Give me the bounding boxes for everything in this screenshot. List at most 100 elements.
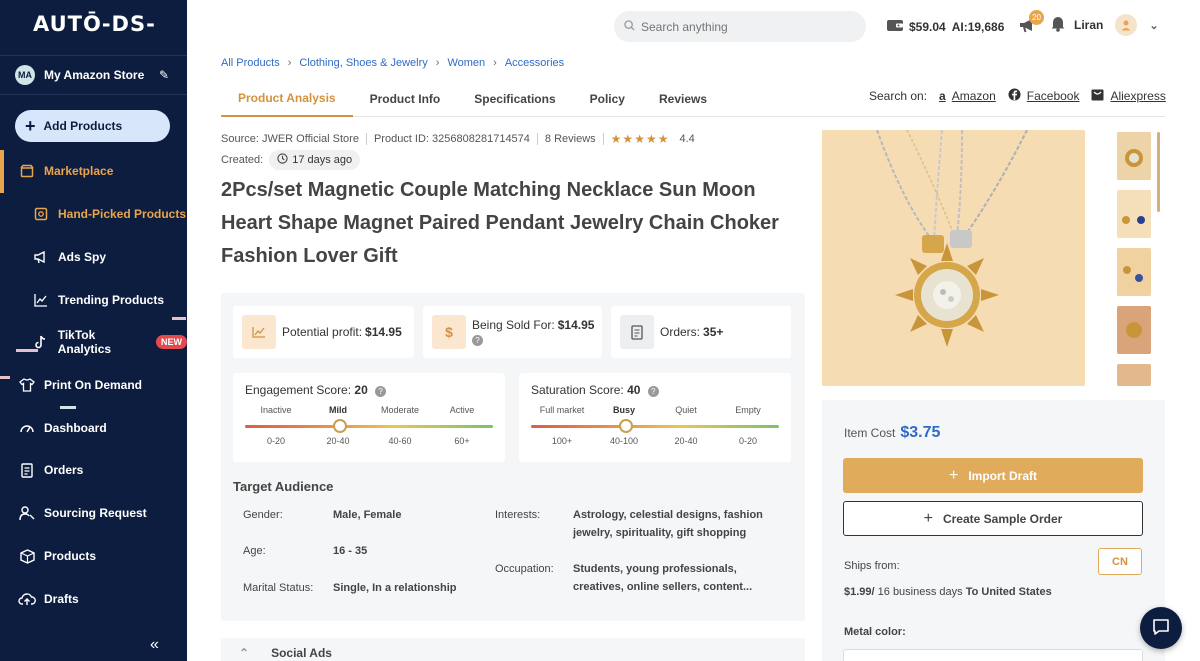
engagement-level-selected: Mild [329, 405, 347, 415]
help-icon[interactable]: ? [375, 386, 387, 397]
saturation-gauge-knob [619, 419, 633, 433]
plus-icon: + [25, 116, 36, 136]
sidebar-item-dashboard[interactable]: Dashboard [0, 408, 187, 448]
breadcrumb-all-products[interactable]: All Products [221, 57, 280, 69]
divider [602, 133, 604, 145]
create-sample-order-button[interactable]: + Create Sample Order [843, 501, 1143, 536]
engagement-range: 0-20 [266, 436, 285, 446]
amazon-link[interactable]: a Amazon [939, 89, 996, 103]
product-main-image[interactable] [822, 130, 1085, 386]
product-id: Product ID: 3256808281714574 [373, 133, 530, 145]
engagement-level: Moderate [380, 405, 420, 415]
thumbnail-image[interactable] [1117, 190, 1151, 238]
saturation-level: Empty [735, 405, 761, 415]
product-meta: Source: JWER Official Store Product ID: … [221, 132, 695, 146]
thumbnail-image[interactable] [1117, 248, 1151, 296]
metal-color-select[interactable] [843, 649, 1143, 661]
engagement-score-value: 20 [354, 383, 368, 397]
thumbnail-image[interactable] [1117, 306, 1151, 354]
add-products-label: Add Products [43, 119, 123, 133]
orders-icon [18, 461, 36, 479]
info-icon[interactable]: ? [472, 335, 483, 346]
engagement-range: 40-60 [388, 436, 412, 446]
target-audience-title: Target Audience [233, 479, 334, 494]
ships-from-country-select[interactable]: CN [1098, 548, 1142, 575]
user-menu[interactable]: Liran ⌄ [1050, 14, 1159, 36]
sold-line: Being Sold For: $14.95 [472, 318, 594, 332]
search-on-links: Search on: a Amazon Facebook Aliexpress [869, 88, 1166, 104]
review-count[interactable]: 8 Reviews [545, 133, 596, 145]
engagement-labels: Inactive Mild Moderate Active [245, 405, 493, 415]
sidebar-item-marketplace[interactable]: Marketplace [0, 151, 187, 191]
collapse-sidebar-button[interactable]: « [150, 636, 159, 654]
chevron-right-icon: › [493, 57, 497, 69]
breadcrumb-accessories[interactable]: Accessories [505, 57, 564, 69]
sidebar-item-orders[interactable]: Orders [0, 450, 187, 490]
engagement-range: 20-40 [326, 436, 350, 446]
sidebar-item-hand-picked-products[interactable]: Hand-Picked Products [0, 194, 187, 234]
analysis-panel: Potential profit: $14.95 $ Being Sold Fo… [221, 293, 805, 621]
wallet-balance[interactable]: $59.04 AI:19,686 [886, 18, 1004, 35]
breadcrumb-women[interactable]: Women [447, 57, 485, 69]
breadcrumb-clothing[interactable]: Clothing, Shoes & Jewelry [299, 57, 427, 69]
shipping-price: $1.99/ [844, 586, 875, 598]
sidebar-item-sourcing-request[interactable]: Sourcing Request [0, 493, 187, 533]
import-draft-button[interactable]: + Import Draft [843, 458, 1143, 493]
pencil-icon[interactable]: ✎ [159, 68, 169, 82]
add-products-button[interactable]: + Add Products [15, 110, 170, 142]
sidebar-item-drafts[interactable]: Drafts [0, 579, 187, 619]
facebook-icon [1008, 88, 1021, 104]
bell-icon[interactable] [1050, 15, 1066, 35]
avatar [1115, 14, 1138, 36]
tab-product-info[interactable]: Product Info [353, 80, 458, 117]
thumbnail-scrollbar[interactable] [1157, 132, 1160, 212]
chevron-right-icon: › [435, 57, 440, 69]
social-ads-section-header[interactable]: ⌃ Social Ads [221, 638, 805, 661]
sidebar-item-label: Drafts [44, 592, 79, 606]
store-selector[interactable]: MA My Amazon Store ✎ [0, 55, 187, 95]
created-age-chip: 17 days ago [269, 150, 361, 170]
tab-product-analysis[interactable]: Product Analysis [221, 80, 353, 117]
hand-picked-icon [32, 205, 50, 223]
image-thumbnails [1117, 132, 1151, 396]
sidebar-item-tiktok-analytics[interactable]: TikTok Analytics NEW [0, 322, 187, 362]
help-icon[interactable]: ? [647, 386, 659, 397]
box-icon [18, 547, 36, 565]
facebook-link[interactable]: Facebook [1008, 88, 1079, 104]
sidebar-item-label: Sourcing Request [44, 506, 147, 520]
breadcrumb: All Products › Clothing, Shoes & Jewelry… [221, 57, 564, 69]
store-icon [18, 162, 36, 180]
sidebar-item-ads-spy[interactable]: Ads Spy [0, 237, 187, 277]
tab-policy[interactable]: Policy [573, 80, 642, 117]
sidebar-item-label: Dashboard [44, 421, 107, 435]
star-rating-icon: ★★★★★ [610, 132, 670, 146]
item-cost-value: $3.75 [900, 424, 941, 441]
sidebar-item-products[interactable]: Products [0, 536, 187, 576]
search-input[interactable] [641, 19, 851, 34]
tab-specifications[interactable]: Specifications [457, 80, 572, 117]
tab-reviews[interactable]: Reviews [642, 80, 724, 117]
global-search[interactable] [614, 11, 866, 42]
autods-logo[interactable]: AUTŌ-DS- [33, 12, 156, 36]
thumbnail-image[interactable] [1117, 364, 1151, 386]
social-ads-label: Social Ads [271, 646, 332, 660]
thumbnail-image[interactable] [1117, 132, 1151, 180]
sidebar-item-print-on-demand[interactable]: Print On Demand [0, 365, 187, 405]
profit-label: Potential profit: [282, 325, 363, 339]
metal-color-label: Metal color: [844, 626, 906, 638]
chat-support-button[interactable] [1140, 607, 1182, 649]
divider [365, 133, 367, 145]
search-on-label: Search on: [869, 89, 928, 103]
aliexpress-link[interactable]: Aliexpress [1091, 89, 1166, 104]
saturation-level: Full market [539, 405, 585, 415]
sourcing-icon [18, 504, 36, 522]
saturation-score-value: 40 [627, 383, 641, 397]
age-label: Age: [243, 545, 266, 557]
engagement-gauge-knob [333, 419, 347, 433]
item-cost: Item Cost $3.75 [844, 424, 940, 442]
product-title: 2Pcs/set Magnetic Couple Matching Neckla… [221, 179, 779, 267]
sidebar-item-trending-products[interactable]: Trending Products [0, 280, 187, 320]
amazon-link-label: Amazon [951, 89, 996, 103]
engagement-score-card: Engagement Score: 20 ? Inactive Mild Mod… [233, 373, 505, 462]
ships-from-label: Ships from: [844, 560, 900, 572]
